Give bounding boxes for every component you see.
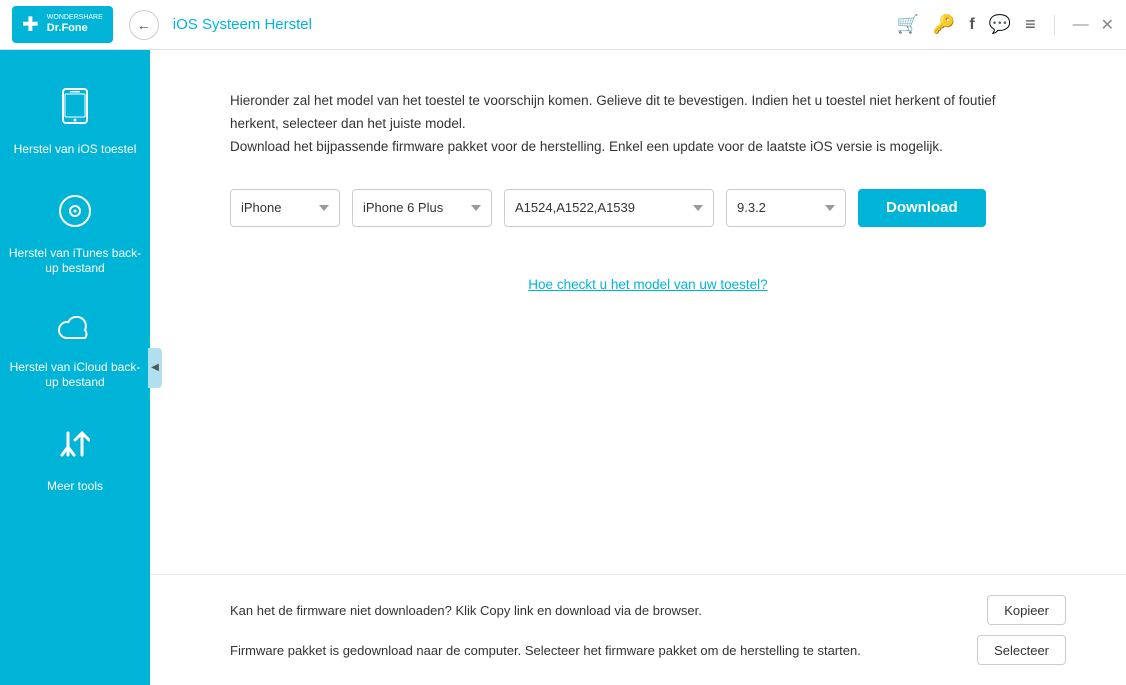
sidebar-item-label-itunes: Herstel van iTunes back-up bestand xyxy=(8,246,142,277)
device-dropdown[interactable]: iPhone iPad iPod xyxy=(230,189,340,227)
sidebar-item-herstel-ios[interactable]: Herstel van iOS toestel xyxy=(0,70,150,176)
version-dropdown[interactable]: 9.3.2 9.3.1 9.3 9.2.1 xyxy=(726,189,846,227)
titlebar: ✚ wondershare Dr.Fone ← iOS Systeem Hers… xyxy=(0,0,1126,50)
footer-copy-text: Kan het de firmware niet downloaden? Kli… xyxy=(230,603,702,618)
select-firmware-button[interactable]: Selecteer xyxy=(977,635,1066,665)
sidebar-item-label-ios: Herstel van iOS toestel xyxy=(14,142,137,158)
footer-select-text: Firmware pakket is gedownload naar de co… xyxy=(230,643,861,658)
sidebar-item-label-tools: Meer tools xyxy=(47,479,103,495)
app-logo: ✚ wondershare Dr.Fone xyxy=(12,6,113,43)
sidebar-item-label-icloud: Herstel van iCloud back-up bestand xyxy=(8,360,142,391)
footer-section: Kan het de firmware niet downloaden? Kli… xyxy=(150,574,1126,685)
content-area: Hieronder zal het model van het toestel … xyxy=(150,50,1126,685)
content-inner: Hieronder zal het model van het toestel … xyxy=(150,50,1126,574)
key-icon[interactable]: 🔑 xyxy=(933,14,955,35)
footer-row-select: Firmware pakket is gedownload naar de co… xyxy=(230,635,1066,665)
toolbar-icons: 🛒 🔑 f 💬 ≡ — ✕ xyxy=(896,14,1114,35)
logo-product: Dr.Fone xyxy=(47,22,103,35)
music-icon xyxy=(58,194,92,238)
logo-brand: wondershare xyxy=(47,14,103,22)
sidebar: Herstel van iOS toestel Herstel van iTun… xyxy=(0,50,150,685)
copy-link-button[interactable]: Kopieer xyxy=(987,595,1066,625)
sidebar-collapse-button[interactable]: ◀ xyxy=(148,348,162,388)
info-text: Hieronder zal het model van het toestel … xyxy=(230,90,1010,159)
back-button[interactable]: ← xyxy=(129,10,159,40)
page-title: iOS Systeem Herstel xyxy=(173,16,897,33)
logo-icon: ✚ xyxy=(22,12,39,37)
cloud-icon xyxy=(57,313,93,352)
sidebar-item-herstel-icloud[interactable]: Herstel van iCloud back-up bestand xyxy=(0,295,150,409)
sidebar-item-herstel-itunes[interactable]: Herstel van iTunes back-up bestand xyxy=(0,176,150,295)
footer-row-copy: Kan het de firmware niet downloaden? Kli… xyxy=(230,595,1066,625)
facebook-icon[interactable]: f xyxy=(969,16,974,34)
tools-icon xyxy=(60,427,90,471)
cart-icon[interactable]: 🛒 xyxy=(896,14,918,35)
variant-dropdown[interactable]: A1524,A1522,A1539 A1549,A1586,A1589 xyxy=(504,189,714,227)
main-layout: Herstel van iOS toestel Herstel van iTun… xyxy=(0,50,1126,685)
sidebar-item-meer-tools[interactable]: Meer tools xyxy=(0,409,150,513)
chat-icon[interactable]: 💬 xyxy=(989,14,1011,35)
model-dropdown[interactable]: iPhone 6 Plus iPhone 6 iPhone 5s iPhone … xyxy=(352,189,492,227)
titlebar-divider xyxy=(1054,15,1055,35)
download-button[interactable]: Download xyxy=(858,189,986,227)
phone-icon xyxy=(60,88,90,134)
close-button[interactable]: ✕ xyxy=(1101,15,1114,35)
minimize-button[interactable]: — xyxy=(1073,16,1089,34)
selectors-row: iPhone iPad iPod iPhone 6 Plus iPhone 6 … xyxy=(230,189,1066,227)
window-buttons: — ✕ xyxy=(1073,15,1114,35)
menu-icon[interactable]: ≡ xyxy=(1025,14,1036,35)
check-model-link[interactable]: Hoe checkt u het model van uw toestel? xyxy=(230,277,1066,292)
